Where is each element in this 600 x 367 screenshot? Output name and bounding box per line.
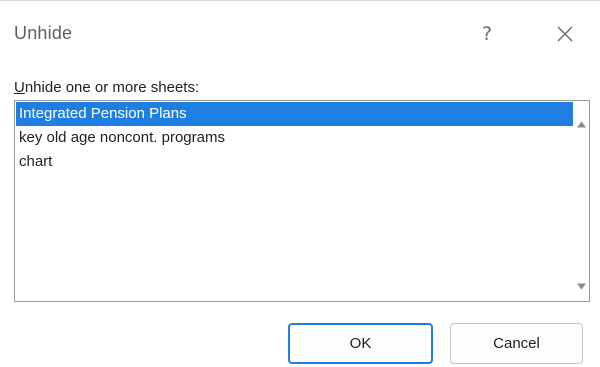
close-icon xyxy=(557,26,573,42)
prompt-text: nhide one or more sheets: xyxy=(24,79,200,96)
sheets-listbox[interactable]: Integrated Pension Plans key old age non… xyxy=(14,100,590,302)
cancel-button[interactable]: Cancel xyxy=(450,323,583,364)
list-prompt-label: Unhide one or more sheets: xyxy=(14,79,199,96)
help-button[interactable]: ? xyxy=(472,17,502,51)
title-bar: Unhide ? xyxy=(0,1,600,67)
close-button[interactable] xyxy=(550,19,580,49)
triangle-down-icon[interactable] xyxy=(576,281,587,292)
list-item-sheet[interactable]: chart xyxy=(16,150,573,174)
list-item-sheet[interactable]: key old age noncont. programs xyxy=(16,126,573,150)
triangle-up-icon[interactable] xyxy=(576,119,587,130)
sheets-list: Integrated Pension Plans key old age non… xyxy=(16,102,573,174)
list-item-sheet[interactable]: Integrated Pension Plans xyxy=(16,102,573,126)
ok-button[interactable]: OK xyxy=(288,323,433,364)
unhide-dialog: Unhide ? Unhide one or more sheets: Inte… xyxy=(0,0,600,367)
dialog-title: Unhide xyxy=(14,23,73,43)
prompt-mnemonic: U xyxy=(14,79,25,96)
vertical-scrollbar[interactable] xyxy=(573,101,589,301)
